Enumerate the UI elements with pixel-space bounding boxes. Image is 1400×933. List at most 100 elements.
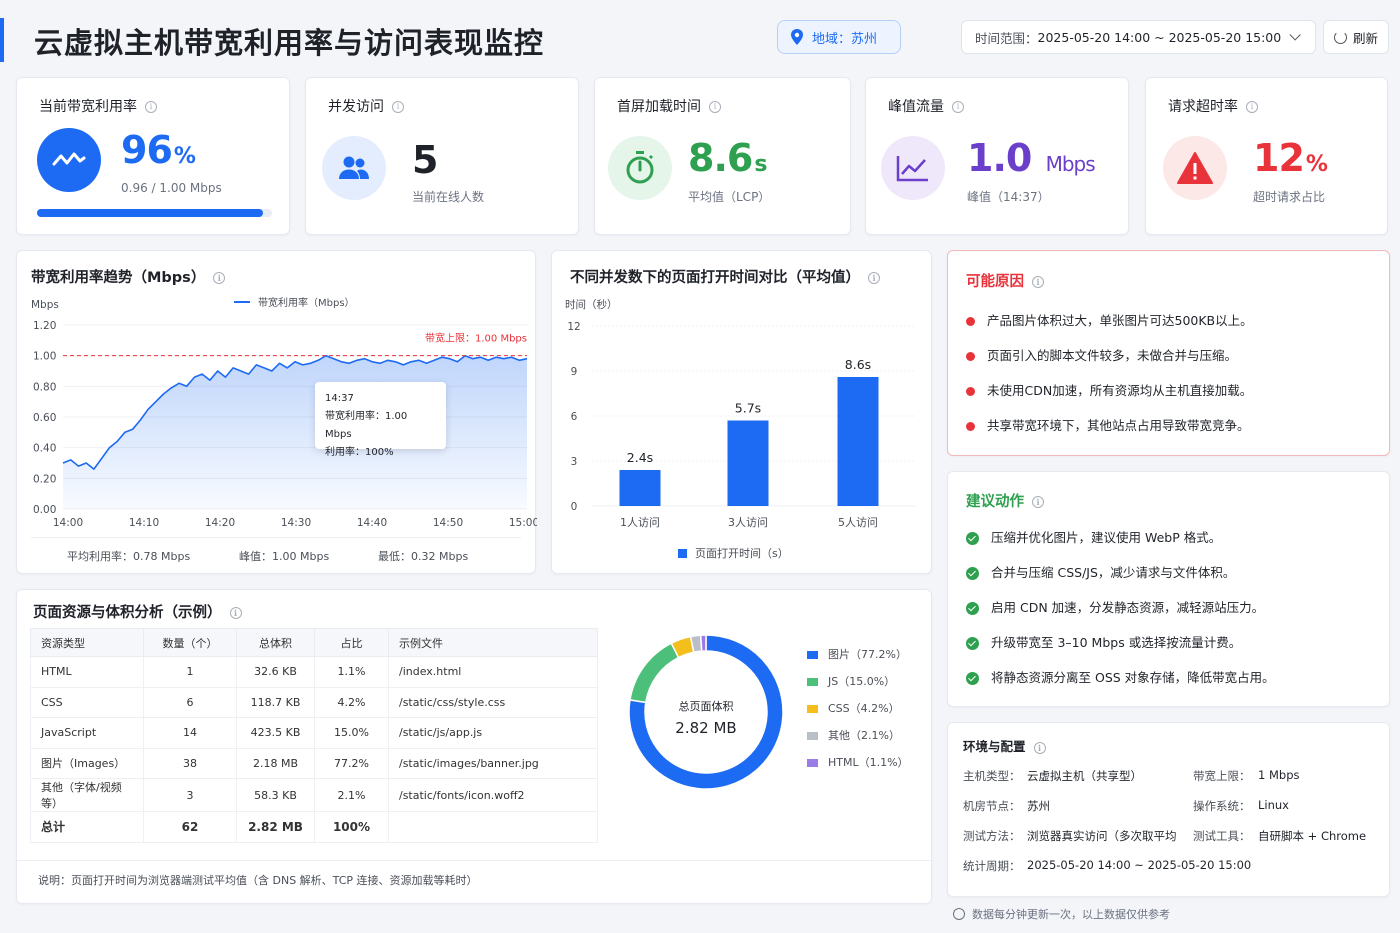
info-icon[interactable]: i xyxy=(145,101,157,113)
red-dot-icon xyxy=(966,387,975,396)
table-cell: 1.1% xyxy=(314,656,389,688)
y-tick-label: 6 xyxy=(571,411,578,423)
cause-text: 未使用CDN加速，所有资源均从主机直接加载。 xyxy=(987,383,1253,398)
bandwidth-chart-footer xyxy=(31,537,521,538)
table-cell: /static/css/style.css xyxy=(388,686,598,718)
region-selector[interactable]: 地域： 苏州 xyxy=(777,20,901,54)
check-circle-icon xyxy=(966,602,979,615)
table-cell: 4.2% xyxy=(314,686,389,718)
kpi-unit: s xyxy=(754,152,767,177)
legend-swatch xyxy=(807,705,818,713)
table-cell xyxy=(388,811,598,843)
table-header: 占比 xyxy=(314,628,389,657)
x-tick-label: 14:20 xyxy=(205,517,235,529)
env-label: 机房节点： xyxy=(963,799,1021,813)
table-row: JavaScript 14 423.5 KB 15.0% /static/js/… xyxy=(30,717,598,749)
time-range-selector[interactable]: 时间范围： 2025-05-20 14:00 ~ 2025-05-20 15:0… xyxy=(961,20,1316,54)
kpi-sub: 峰值（14:37） xyxy=(967,190,1050,204)
table-cell: 77.2% xyxy=(314,747,389,779)
kpi-title: 请求超时率 i xyxy=(1168,96,1258,116)
kpi-value: 8.6s xyxy=(688,136,767,180)
y-tick-label: 12 xyxy=(567,321,580,333)
x-tick-label: 1人访问 xyxy=(620,516,660,529)
chevron-down-icon xyxy=(1289,29,1301,41)
resources-note-divider xyxy=(17,860,931,861)
clock-icon xyxy=(953,908,965,920)
info-icon[interactable]: i xyxy=(709,101,721,113)
donut-center-label: 总页面体积 xyxy=(678,700,734,713)
action-text: 启用 CDN 加速，分发静态资源，减轻源站压力。 xyxy=(991,600,1265,615)
env-value: 浏览器真实访问（多次取平均 xyxy=(1027,829,1177,843)
cause-item: 共享带宽环境下，其他站点占用导致带宽竞争。 xyxy=(966,415,1250,434)
bandwidth-progress-track xyxy=(37,209,272,217)
y-tick-label: 0.60 xyxy=(33,412,56,424)
table-cell: 15.0% xyxy=(314,717,389,749)
legend-item: CSS（4.2%） xyxy=(807,700,900,716)
cause-item: 页面引入的脚本文件较多，未做合并与压缩。 xyxy=(966,345,1237,364)
kpi-title: 并发访问 i xyxy=(328,96,404,116)
info-icon[interactable]: i xyxy=(392,101,404,113)
bar xyxy=(837,377,879,506)
kpi-card-bandwidth: 当前带宽利用率 i 96% 0.96 / 1.00 Mbps xyxy=(16,77,290,235)
region-label: 地域： xyxy=(812,31,852,47)
table-cell: /static/js/app.js xyxy=(388,717,598,749)
kpi-title-text: 请求超时率 xyxy=(1168,99,1238,115)
location-pin-icon xyxy=(790,29,804,45)
info-icon[interactable]: i xyxy=(229,607,242,619)
table-cell: JavaScript xyxy=(30,717,144,749)
table-cell: 其他（字体/视频等） xyxy=(30,778,144,812)
info-icon[interactable]: i xyxy=(1032,276,1044,288)
chart-tooltip: 14:37 带宽利用率：1.00 Mbps 利用率：100% xyxy=(315,382,446,458)
info-icon[interactable]: i xyxy=(952,101,964,113)
causes-title-text: 可能原因 xyxy=(966,274,1024,290)
action-text: 将静态资源分离至 OSS 对象存储，降低带宽占用。 xyxy=(991,670,1275,685)
bandwidth-progress-fill xyxy=(37,209,263,217)
table-cell: 62 xyxy=(143,811,237,843)
table-header: 总体积 xyxy=(236,628,315,657)
legend-swatch xyxy=(807,732,818,740)
legend-label: JS（15.0%） xyxy=(828,675,896,688)
kpi-title-text: 峰值流量 xyxy=(888,99,944,115)
legend-item: 图片（77.2%） xyxy=(807,646,907,662)
y-tick-label: 1.00 xyxy=(33,351,56,363)
legend-item: 其他（2.1%） xyxy=(807,727,900,743)
x-tick-label: 14:50 xyxy=(433,517,463,529)
donut-center-value: 2.82 MB xyxy=(675,719,737,737)
kpi-sub: 超时请求占比 xyxy=(1253,190,1326,204)
cause-text: 产品图片体积过大，单张图片可达500KB以上。 xyxy=(987,313,1253,328)
trend-chart-icon xyxy=(881,136,945,200)
env-value: 2025-05-20 14:00 ~ 2025-05-20 15:00 xyxy=(1027,858,1252,872)
kpi-card-concurrency: 并发访问 i 5 当前在线人数 xyxy=(305,77,579,235)
kpi-sub: 当前在线人数 xyxy=(412,190,485,204)
legend-item: JS（15.0%） xyxy=(807,673,895,689)
table-cell: 118.7 KB xyxy=(236,686,315,718)
kpi-unit: % xyxy=(1305,152,1328,177)
load-time-bar-chart: 时间（秒） 0 3 6 9 12 2.4s 1人访问 5.7s 3人访问 8.6s 5人访问页面打开时… xyxy=(565,298,916,560)
kpi-value: 5 xyxy=(412,138,438,182)
kpi-title: 峰值流量 i xyxy=(888,96,964,116)
table-cell: 14 xyxy=(143,717,237,749)
x-tick-label: 5人访问 xyxy=(838,516,878,529)
check-circle-icon xyxy=(966,637,979,650)
table-row: 图片（Images） 38 2.18 MB 77.2% /static/imag… xyxy=(30,747,598,779)
table-cell: 58.3 KB xyxy=(236,778,315,812)
kpi-card-peak: 峰值流量 i 1.0 Mbps 峰值（14:37） xyxy=(865,77,1129,235)
region-value: 苏州 xyxy=(851,31,878,47)
bar xyxy=(619,470,661,506)
kpi-number: 8.6 xyxy=(688,136,753,180)
cause-item: 未使用CDN加速，所有资源均从主机直接加载。 xyxy=(966,380,1252,399)
info-icon[interactable]: i xyxy=(1032,496,1044,508)
info-icon[interactable]: i xyxy=(1246,101,1258,113)
action-text: 压缩并优化图片，建议使用 WebP 格式。 xyxy=(991,530,1222,545)
legend-label: 页面打开时间（s） xyxy=(695,546,789,560)
cause-text: 共享带宽环境下，其他站点占用导致带宽竞争。 xyxy=(987,418,1250,433)
x-tick-label: 14:00 xyxy=(53,517,83,529)
kpi-card-timeout: 请求超时率 i 12% 超时请求占比 xyxy=(1145,77,1388,235)
refresh-button[interactable]: 刷新 xyxy=(1323,20,1389,54)
time-range-label: 时间范围： xyxy=(975,30,1038,46)
y-tick-label: 0.80 xyxy=(33,381,56,393)
info-icon[interactable]: i xyxy=(1033,741,1046,754)
bandwidth-chart: Mbps 带宽利用率（Mbps） 0.00 0.20 0.40 0.60 0.80 1.00 1… xyxy=(31,296,537,529)
tooltip-line2: 利用率：100% xyxy=(325,447,394,458)
resources-title-text: 页面资源与体积分析（示例） xyxy=(33,605,222,621)
